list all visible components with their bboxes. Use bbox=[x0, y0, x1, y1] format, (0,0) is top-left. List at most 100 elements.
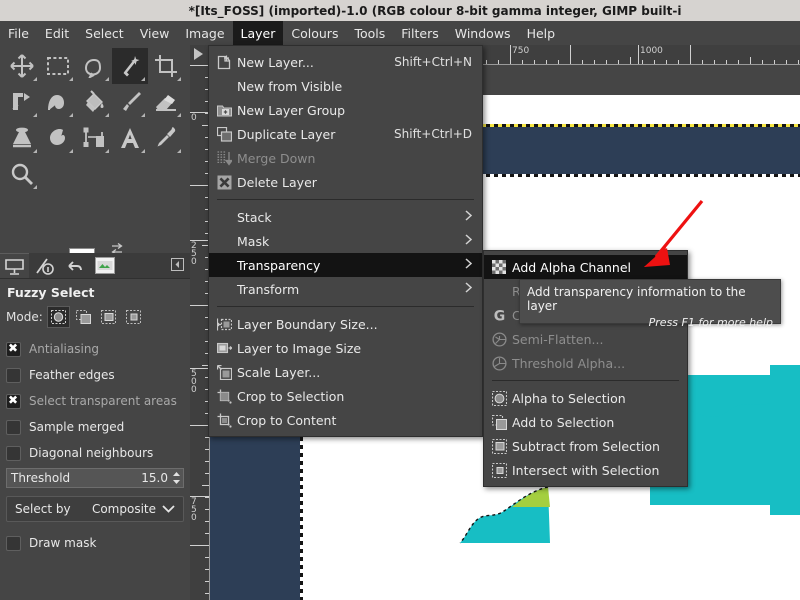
menu-item-add-alpha-channel[interactable]: Add Alpha Channel bbox=[484, 255, 687, 279]
tool-options-tab[interactable] bbox=[0, 253, 29, 278]
menu-item-shortcut: Shift+Ctrl+N bbox=[394, 55, 472, 69]
paths-tool[interactable] bbox=[76, 120, 112, 156]
dock-menu-button[interactable] bbox=[171, 258, 184, 274]
mode-subtract-from-selection[interactable] bbox=[97, 306, 120, 328]
menu-item-duplicate-layer[interactable]: Duplicate LayerShift+Ctrl+D bbox=[209, 122, 482, 146]
tool-options-panel: Fuzzy Select Mode: AntialiasingFeather e… bbox=[0, 279, 190, 600]
menu-item-add-to-selection[interactable]: Add to Selection bbox=[484, 410, 687, 434]
checkerboard-icon bbox=[492, 260, 512, 274]
menu-item-transparency[interactable]: Transparency bbox=[209, 253, 482, 277]
menu-item-mask[interactable]: Mask bbox=[209, 229, 482, 253]
menu-item-alpha-to-selection[interactable]: Alpha to Selection bbox=[484, 386, 687, 410]
checkbox[interactable] bbox=[6, 368, 21, 383]
unified-transform-icon bbox=[10, 90, 34, 114]
unified-transform-tool[interactable] bbox=[4, 84, 40, 120]
menubar-item-colours[interactable]: Colours bbox=[283, 21, 346, 45]
gimp-window: *[Its_FOSS] (imported)-1.0 (RGB colour 8… bbox=[0, 0, 800, 600]
warp-transform-tool[interactable] bbox=[40, 84, 76, 120]
ruler-major-tick bbox=[638, 45, 639, 65]
menubar-item-filters[interactable]: Filters bbox=[393, 21, 446, 45]
option-select-transparent-areas[interactable]: Select transparent areas bbox=[6, 388, 184, 414]
menubar-item-file[interactable]: File bbox=[0, 21, 37, 45]
delete-layer-icon bbox=[217, 175, 237, 190]
merge-down-icon bbox=[217, 151, 237, 166]
option-sample-merged[interactable]: Sample merged bbox=[6, 414, 184, 440]
eraser-tool[interactable] bbox=[148, 84, 184, 120]
chevron-down-icon[interactable] bbox=[162, 502, 175, 516]
menubar-item-edit[interactable]: Edit bbox=[37, 21, 77, 45]
ruler-label: 250 bbox=[191, 242, 198, 266]
menubar-item-layer[interactable]: Layer bbox=[233, 21, 284, 45]
draw-mask-option[interactable]: Draw mask bbox=[6, 530, 184, 556]
menu-item-scale-layer[interactable]: Scale Layer... bbox=[209, 360, 482, 384]
threshold-stepper-icon[interactable] bbox=[172, 471, 181, 485]
menu-item-new-layer[interactable]: New Layer...Shift+Ctrl+N bbox=[209, 50, 482, 74]
ruler-origin-button[interactable] bbox=[190, 45, 210, 65]
mode-intersect-with-selection[interactable] bbox=[122, 306, 145, 328]
menu-item-intersect-with-selection[interactable]: Intersect with Selection bbox=[484, 458, 687, 482]
menu-item-new-layer-group[interactable]: New Layer Group bbox=[209, 98, 482, 122]
menubar-item-image[interactable]: Image bbox=[177, 21, 232, 45]
mode-add-to-selection[interactable] bbox=[72, 306, 95, 328]
menu-item-transform[interactable]: Transform bbox=[209, 277, 482, 301]
bucket-fill-tool[interactable] bbox=[76, 84, 112, 120]
select-by-dropdown[interactable]: Select by Composite bbox=[6, 496, 184, 522]
option-diagonal-neighbours[interactable]: Diagonal neighbours bbox=[6, 440, 184, 466]
zoom-tool[interactable] bbox=[4, 156, 40, 192]
menubar-item-view[interactable]: View bbox=[132, 21, 178, 45]
checkbox[interactable] bbox=[6, 342, 21, 357]
paintbrush-icon bbox=[118, 90, 142, 114]
selection-mode-row: Mode: bbox=[6, 306, 184, 328]
menubar-item-windows[interactable]: Windows bbox=[447, 21, 519, 45]
menu-item-delete-layer[interactable]: Delete Layer bbox=[209, 170, 482, 194]
checkbox[interactable] bbox=[6, 420, 21, 435]
menu-item-shortcut: Shift+Ctrl+D bbox=[394, 127, 472, 141]
layer-menu[interactable]: New Layer...Shift+Ctrl+NNew from Visible… bbox=[208, 45, 483, 437]
crop-tool[interactable] bbox=[148, 48, 184, 84]
rectangle-select-icon bbox=[46, 54, 70, 78]
teal-bar-shape bbox=[770, 365, 800, 515]
menu-item-layer-to-image-size[interactable]: Layer to Image Size bbox=[209, 336, 482, 360]
undo-history-tab[interactable] bbox=[60, 253, 89, 278]
colour-picker-tool[interactable] bbox=[148, 120, 184, 156]
menu-item-subtract-from-selection[interactable]: Subtract from Selection bbox=[484, 434, 687, 458]
checkbox[interactable] bbox=[6, 446, 21, 461]
menubar-item-help[interactable]: Help bbox=[519, 21, 564, 45]
option-feather-edges[interactable]: Feather edges bbox=[6, 362, 184, 388]
menubar-item-select[interactable]: Select bbox=[77, 21, 132, 45]
menu-item-stack[interactable]: Stack bbox=[209, 205, 482, 229]
crop-to-selection-icon bbox=[217, 389, 237, 404]
menu-item-layer-boundary-size[interactable]: Layer Boundary Size... bbox=[209, 312, 482, 336]
vertical-ruler[interactable]: 0250500750 bbox=[190, 65, 210, 600]
menu-item-label: Add to Selection bbox=[512, 415, 677, 430]
clone-tool[interactable] bbox=[4, 120, 40, 156]
select-by-label: Select by bbox=[15, 502, 71, 516]
mode-replace-selection[interactable] bbox=[47, 306, 70, 328]
crop-to-content-icon bbox=[217, 413, 237, 428]
menubar-item-tools[interactable]: Tools bbox=[346, 21, 393, 45]
free-select-tool[interactable] bbox=[76, 48, 112, 84]
images-tab[interactable] bbox=[90, 253, 119, 278]
rectangle-select-tool[interactable] bbox=[40, 48, 76, 84]
option-antialiasing[interactable]: Antialiasing bbox=[6, 336, 184, 362]
fuzzy-select-icon bbox=[118, 54, 142, 78]
left-dock: Fuzzy Select Mode: AntialiasingFeather e… bbox=[0, 45, 190, 600]
menu-item-crop-to-selection[interactable]: Crop to Selection bbox=[209, 384, 482, 408]
threshold-value: 15.0 bbox=[141, 471, 168, 485]
ruler-major-tick bbox=[190, 112, 210, 113]
paintbrush-tool[interactable] bbox=[112, 84, 148, 120]
menu-item-label: Merge Down bbox=[237, 151, 472, 166]
smudge-tool[interactable] bbox=[40, 120, 76, 156]
option-label: Feather edges bbox=[29, 368, 115, 382]
menu-item-new-from-visible[interactable]: New from Visible bbox=[209, 74, 482, 98]
fuzzy-select-tool[interactable] bbox=[112, 48, 148, 84]
menu-item-crop-to-content[interactable]: Crop to Content bbox=[209, 408, 482, 432]
text-tool[interactable] bbox=[112, 120, 148, 156]
draw-mask-checkbox[interactable] bbox=[6, 536, 21, 551]
tooltip: Add transparency information to the laye… bbox=[519, 279, 781, 324]
move-tool[interactable] bbox=[4, 48, 40, 84]
device-status-tab[interactable] bbox=[30, 253, 59, 278]
menu-item-label: Scale Layer... bbox=[237, 365, 472, 380]
threshold-spinner[interactable]: Threshold 15.0 bbox=[6, 468, 184, 488]
checkbox[interactable] bbox=[6, 394, 21, 409]
